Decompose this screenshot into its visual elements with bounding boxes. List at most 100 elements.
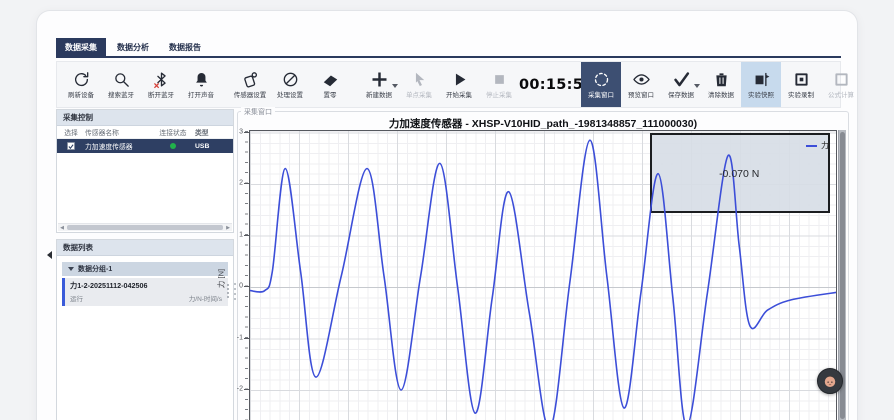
start-collect-button[interactable]: 开始采集 [439,62,479,107]
screen: 数据采集数据分析数据报告 刷新设备 搜索蓝牙 断开蓝牙 打开声音 传感器设置处理设置 置零… [0,0,894,420]
bluetooth-off-icon [152,70,171,89]
collect-control-title: 采集控制 [57,110,233,126]
tab-2[interactable]: 数据报告 [160,38,210,56]
slash-circle-icon [281,70,300,89]
column-header-3: 类型 [195,127,227,137]
zero-adjust-label: 置零 [324,92,337,99]
sensor-name: 力加速度传感器 [85,141,151,151]
data-list-item[interactable]: 力1-2-20251112-042506运行力/N-时间/s⋮ [62,278,228,306]
main-toolbar: 刷新设备 搜索蓝牙 断开蓝牙 打开声音 传感器设置处理设置 置零 新建数据 单点采集 开始采集 停… [56,61,841,108]
check-icon [672,70,691,89]
y-tick-label: 3 [227,128,243,135]
scrollbar-thumb[interactable] [67,225,223,230]
formula-calc-label: 公式计算 [828,92,854,99]
data-item-title: 力1-2-20251112-042506 [70,281,222,291]
refresh-device-button[interactable]: 刷新设备 [61,62,101,107]
sidebar-collapse-icon[interactable] [47,251,52,259]
y-tick-label: -1 [227,334,243,341]
disconnect-bluetooth-label: 断开蓝牙 [148,92,174,99]
collect-window-button[interactable]: 采集窗口 [581,62,621,107]
save-data-button[interactable]: 保存数据 [661,62,701,107]
dashed-circle-icon [592,70,611,89]
dropdown-caret-icon[interactable] [392,84,398,88]
refresh-device-label: 刷新设备 [68,92,94,99]
clear-data-label: 清除数据 [708,92,734,99]
data-group-label: 数据分组-1 [78,264,112,274]
y-tick-label: 0 [227,283,243,290]
y-axis-label: 力 [N] [216,264,227,294]
formula-icon [832,70,851,89]
exp-snapshot-button[interactable]: 实验快照 [741,62,781,107]
tab-0[interactable]: 数据采集 [56,38,106,56]
record-icon [792,70,811,89]
exp-record-label: 实验录制 [788,92,814,99]
data-group-row[interactable]: 数据分组-1 [62,262,228,276]
save-data-label: 保存数据 [668,92,694,99]
horizontal-scrollbar[interactable]: ◀ ▶ [58,223,232,231]
data-item-status: 运行 [70,293,83,303]
y-axis-minor-ticks [245,131,248,420]
stop-collect-label: 停止采集 [486,92,512,99]
column-header-0: 选择 [57,127,85,137]
new-data-button[interactable]: 新建数据 [359,62,399,107]
bell-icon [192,70,211,89]
dropdown-caret-icon[interactable] [694,84,700,88]
eye-icon [632,70,651,89]
column-header-2: 连接状态 [151,127,195,137]
stop-icon [490,70,509,89]
stop-collect-button[interactable]: 停止采集 [479,62,519,107]
assistant-avatar-button[interactable] [817,368,843,394]
collect-control-panel: 采集控制 选择传感器名称连接状态类型 力加速度传感器USB ◀ ▶ [56,109,234,233]
y-tick-label: -2 [227,386,243,393]
sensor-icon [241,70,260,89]
plus-icon [369,70,390,89]
single-point-collect-button[interactable]: 单点采集 [399,62,439,107]
chart-plot-area[interactable]: 力 -0.070 N [249,130,837,420]
disconnect-bluetooth-button[interactable]: 断开蓝牙 [141,62,181,107]
y-tick-label: 2 [227,180,243,187]
status-dot-icon [170,143,176,149]
chart-title: 力加速度传感器 - XHSP-V10HID_path_-1981348857_1… [249,116,837,131]
exp-snapshot-label: 实验快照 [748,92,774,99]
clear-data-button[interactable]: 清除数据 [701,62,741,107]
pointer-icon [410,70,429,89]
start-collect-label: 开始采集 [446,92,472,99]
sensor-settings-button[interactable]: 传感器设置 [230,62,270,107]
snapshot-icon [752,70,771,89]
search-bluetooth-button[interactable]: 搜索蓝牙 [101,62,141,107]
sound-toggle-button[interactable]: 打开声音 [181,62,221,107]
legend-swatch [806,145,817,147]
process-settings-label: 处理设置 [277,92,303,99]
legend-label: 力 [821,140,829,151]
trash-icon [712,70,731,89]
preview-window-button[interactable]: 预览窗口 [621,62,661,107]
person-face-icon [821,372,839,390]
chart-legend: 力 [806,140,829,151]
y-tick-label: 1 [227,231,243,238]
collect-window-label: 采集窗口 [588,92,614,99]
sound-toggle-label: 打开声音 [188,92,214,99]
measurement-annotation: -0.070 N [719,168,759,180]
sensor-type: USB [195,143,227,150]
sensor-row[interactable]: 力加速度传感器 USB [57,139,233,153]
wedge-icon [321,70,340,89]
search-bluetooth-label: 搜索蓝牙 [108,92,134,99]
exp-record-button[interactable]: 实验录制 [781,62,821,107]
formula-calc-button[interactable]: 公式计算 [821,62,861,107]
scroll-left-icon[interactable]: ◀ [58,224,66,232]
data-item-axes: 力/N-时间/s [189,293,222,303]
app-window: 数据采集数据分析数据报告 刷新设备 搜索蓝牙 断开蓝牙 打开声音 传感器设置处理设置 置零… [36,10,858,420]
preview-window-label: 预览窗口 [628,92,654,99]
data-list-panel: 数据列表 数据分组-1 力1-2-20251112-042506 运行 力/N-时间… [56,239,234,420]
zero-adjust-button[interactable]: 置零 [310,62,350,107]
tab-1[interactable]: 数据分析 [108,38,158,56]
chevron-down-icon [68,267,74,271]
checkbox-checked-icon[interactable] [67,142,75,150]
single-point-collect-label: 单点采集 [406,92,432,99]
collection-timer: 00:15:54 [519,77,581,93]
search-icon [112,70,131,89]
refresh-icon [72,70,91,89]
data-list-title: 数据列表 [57,240,233,256]
process-settings-button[interactable]: 处理设置 [270,62,310,107]
new-data-label: 新建数据 [366,92,392,99]
